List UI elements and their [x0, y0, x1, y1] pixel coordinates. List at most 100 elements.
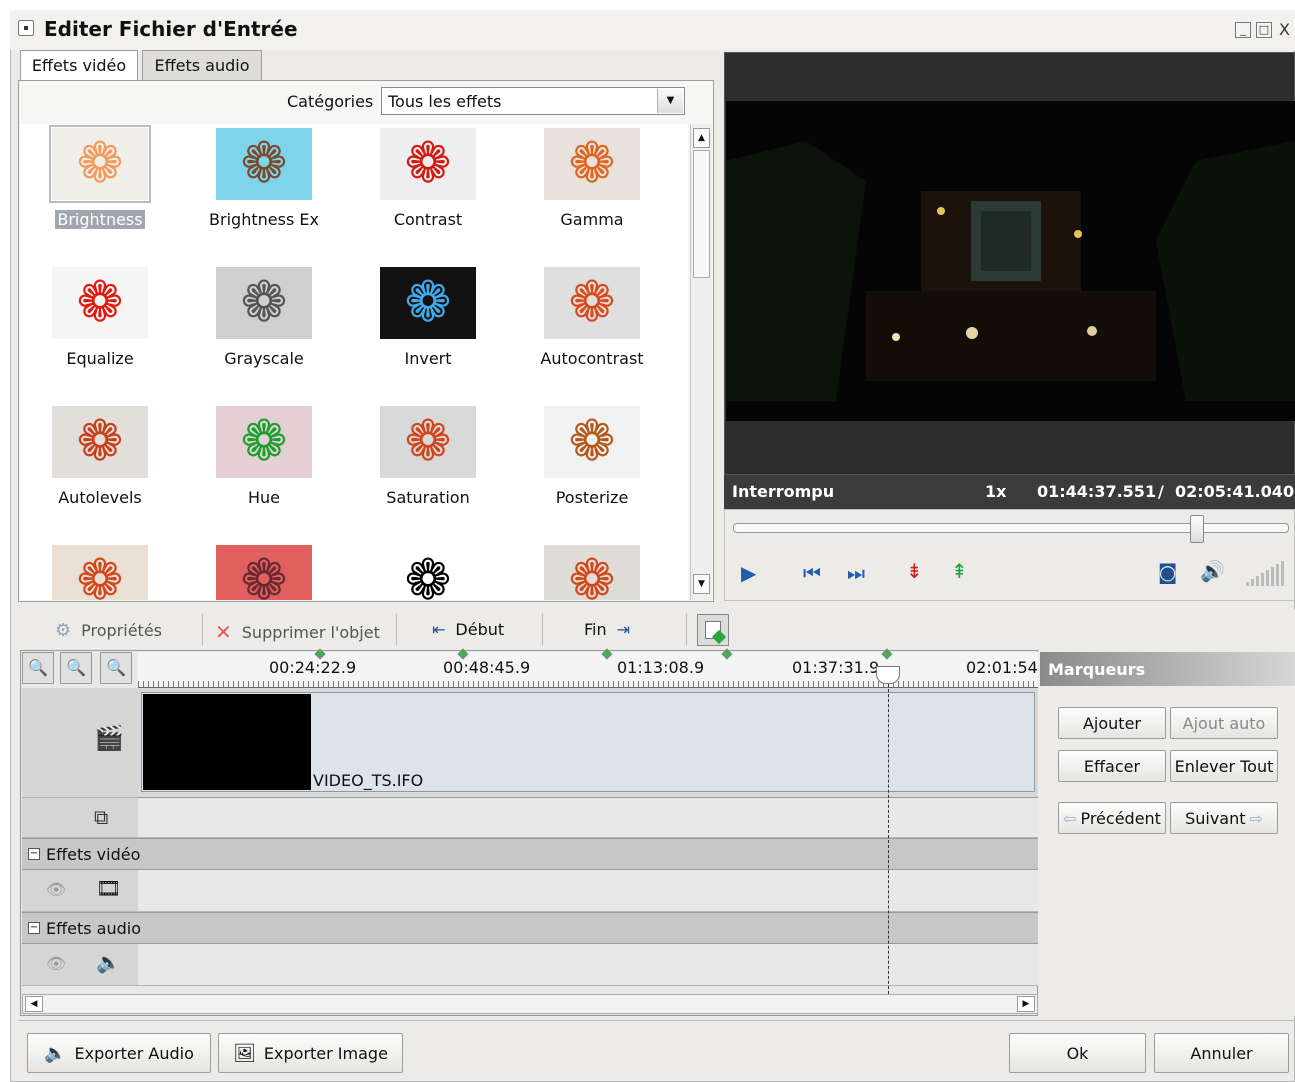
effect-thumbnail: ❁ [380, 128, 476, 200]
next-frame-icon[interactable]: ⏭ [847, 563, 865, 583]
scroll-up-icon[interactable]: ▲ [693, 128, 710, 148]
timeline-scrollbar[interactable]: ◀ ▶ [22, 994, 1038, 1014]
eye-icon[interactable]: 👁 [46, 880, 66, 899]
effect-item[interactable]: ❁ Hue [184, 406, 344, 545]
effect-thumbnail: ❁ [380, 267, 476, 339]
effect-item[interactable]: ❁ Contrast [348, 128, 508, 267]
categories-label: Catégories [287, 92, 374, 111]
previous-frame-icon[interactable]: ⏮ [803, 563, 821, 583]
audio-effects-group-label: Effets audio [46, 918, 142, 938]
add-marker-toggle-icon[interactable] [697, 614, 729, 646]
effect-thumbnail: ❁ [216, 545, 312, 600]
categories-select[interactable]: Tous les effets ▼ [381, 87, 685, 115]
play-icon[interactable]: ▶ [741, 563, 756, 583]
export-audio-icon: 🔈 [44, 1042, 67, 1064]
ruler-tick: 02:01:54 [966, 658, 1038, 677]
next-marker-button[interactable]: Suivant ⇨ [1170, 802, 1278, 834]
remove-all-markers-button[interactable]: Enlever Tout [1170, 750, 1278, 782]
effect-label: Invert [404, 349, 452, 368]
effect-item[interactable]: ❁ Brightness Ex [184, 128, 344, 267]
effect-thumbnail: ❁ [544, 267, 640, 339]
minimize-icon[interactable]: _ [1235, 22, 1251, 38]
mark-out-icon[interactable]: ⇞ [951, 561, 968, 581]
volume-icon[interactable]: 🔊 [1200, 561, 1225, 581]
effect-item[interactable]: ❁ [20, 545, 180, 600]
effect-item[interactable]: ❁ Posterize [512, 406, 672, 545]
export-image-button[interactable]: 🖼 Exporter Image [218, 1033, 403, 1073]
transition-icon: ⧉ [94, 805, 109, 829]
effect-item[interactable]: ❁ Brightness [20, 125, 180, 267]
ruler-tick: 01:13:08.9 [617, 658, 705, 677]
collapse-icon[interactable]: − [28, 848, 40, 860]
seek-thumb[interactable] [1189, 515, 1204, 543]
zoom-in-icon[interactable]: 🔍 [22, 652, 54, 684]
footer-divider [18, 1020, 1295, 1021]
properties-button[interactable]: ⚙ Propriétés [55, 620, 162, 641]
effect-item[interactable]: ❁ Invert [348, 267, 508, 406]
ruler-tick: 01:37:31.9 [792, 658, 880, 677]
properties-label: Propriétés [81, 621, 162, 640]
eye-icon[interactable]: 👁 [46, 954, 66, 973]
categories-select-value: Tous les effets [388, 92, 502, 111]
window-menu-icon[interactable] [18, 20, 34, 36]
player-status: Interrompu [732, 482, 835, 501]
effect-item[interactable]: ❁ Gamma [512, 128, 672, 267]
close-icon[interactable]: X [1279, 20, 1290, 39]
playhead-line [888, 684, 889, 994]
effect-item[interactable]: ❁ Equalize [20, 267, 180, 406]
maximize-icon[interactable]: □ [1256, 22, 1272, 38]
arrow-right-icon: ⇨ [1249, 808, 1263, 828]
effect-item[interactable]: ❁ Grayscale [184, 267, 344, 406]
tab-video-effects[interactable]: Effets vidéo [20, 50, 138, 81]
auto-add-marker-button[interactable]: Ajout auto [1170, 707, 1278, 739]
cancel-button[interactable]: Annuler [1154, 1033, 1289, 1073]
audio-effects-group-header[interactable]: − Effets audio [22, 912, 1038, 944]
tab-audio-effects[interactable]: Effets audio [142, 50, 262, 81]
effect-label: Brightness Ex [209, 210, 319, 229]
effect-label: Contrast [393, 210, 463, 229]
effects-scrollbar[interactable]: ▲ ▼ [690, 124, 712, 600]
effect-item[interactable]: ❁ Autolevels [20, 406, 180, 545]
video-effect-track-icon: 🎞 [96, 876, 122, 900]
add-marker-button[interactable]: Ajouter [1058, 707, 1166, 739]
scroll-right-icon[interactable]: ▶ [1017, 996, 1035, 1012]
export-audio-button[interactable]: 🔈 Exporter Audio [27, 1033, 211, 1073]
scroll-down-icon[interactable]: ▼ [693, 574, 710, 594]
effect-item[interactable]: ❁ [348, 545, 508, 600]
scroll-left-icon[interactable]: ◀ [25, 996, 43, 1012]
clip-thumbnail [143, 694, 311, 790]
effect-item[interactable]: ❁ Saturation [348, 406, 508, 545]
maple-leaf-icon: ❁ [568, 409, 616, 474]
effect-label: Brightness [55, 210, 145, 229]
transition-track [138, 798, 1038, 838]
effect-item[interactable]: ❁ [512, 545, 672, 600]
effect-label: Posterize [555, 488, 629, 507]
video-effects-group-header[interactable]: − Effets vidéo [22, 838, 1038, 870]
playhead-handle[interactable] [876, 666, 900, 684]
end-button[interactable]: Fin ⇥ [584, 620, 630, 639]
effect-item[interactable]: ❁ Autocontrast [512, 267, 672, 406]
previous-marker-button[interactable]: ⇦ Précédent [1058, 802, 1166, 834]
maple-leaf-icon: ❁ [568, 131, 616, 196]
delete-object-button[interactable]: ✕ Supprimer l'objet [215, 620, 380, 644]
clear-marker-button[interactable]: Effacer [1058, 750, 1166, 782]
ok-button[interactable]: Ok [1009, 1033, 1146, 1073]
export-image-label: Exporter Image [263, 1043, 388, 1063]
maple-leaf-icon: ❁ [404, 548, 452, 601]
end-icon: ⇥ [616, 620, 631, 639]
zoom-fit-icon[interactable]: 🔍 [100, 652, 132, 684]
snapshot-icon[interactable]: ◙ [1158, 562, 1177, 582]
chevron-down-icon[interactable]: ▼ [657, 89, 683, 113]
seek-slider[interactable] [733, 523, 1289, 533]
collapse-icon[interactable]: − [28, 922, 40, 934]
effect-label: Autolevels [58, 488, 142, 507]
volume-level-icon[interactable] [1246, 560, 1290, 586]
zoom-out-icon[interactable]: 🔍 [60, 652, 92, 684]
effect-item[interactable]: ❁ [184, 545, 344, 600]
maple-leaf-icon: ❁ [404, 270, 452, 335]
mark-in-icon[interactable]: ⇟ [906, 561, 923, 581]
effect-thumbnail: ❁ [380, 545, 476, 600]
start-button[interactable]: ⇤ Début [432, 620, 504, 639]
scroll-thumb[interactable] [693, 150, 710, 278]
ruler-tick: 00:24:22.9 [269, 658, 357, 677]
